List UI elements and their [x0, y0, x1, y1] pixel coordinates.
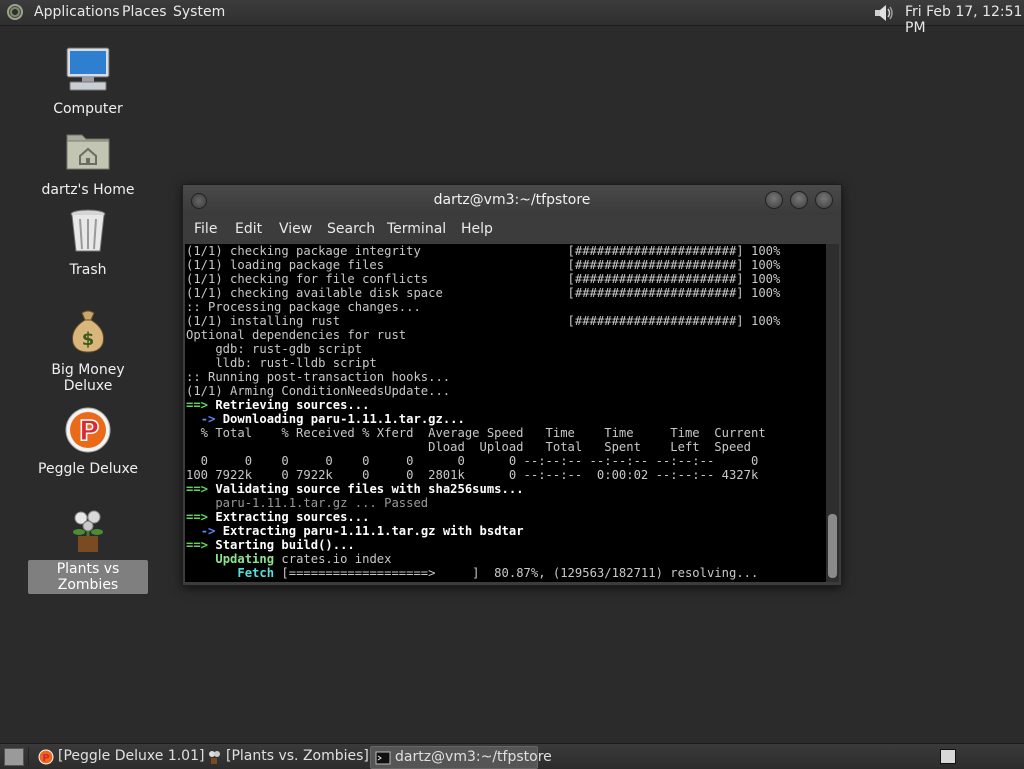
terminal-line: -> Downloading paru-1.11.1.tar.gz...	[200, 412, 465, 426]
computer-icon	[64, 46, 112, 94]
desktop-icon-label: dartz's Home	[41, 182, 135, 198]
terminal-window: dartz@vm3:~/tfpstore File Edit View Sear…	[182, 184, 842, 586]
terminal-line: (1/1) Arming ConditionNeedsUpdate...	[186, 384, 451, 398]
plants-vs-zombies-icon	[209, 751, 220, 764]
desktop-icon-label: Computer	[53, 101, 123, 117]
clock[interactable]: Fri Feb 17, 12:51 PM	[905, 4, 1024, 36]
window-title: dartz@vm3:~/tfpstore	[433, 192, 591, 208]
terminal-line: % Total % Received % Xferd Average Speed…	[186, 426, 766, 440]
top-panel: Applications Places System Fri Feb 17, 1…	[0, 0, 1024, 36]
volume-icon[interactable]	[873, 3, 895, 23]
desktop-icon-plants-vs-zombies[interactable]: Plants vs Zombies	[28, 506, 148, 594]
close-button[interactable]	[815, 191, 833, 209]
trash-icon	[64, 207, 112, 255]
show-desktop-icon[interactable]	[4, 748, 24, 766]
terminal-line: ==> Validating source files with sha256s…	[186, 482, 524, 496]
svg-text:P: P	[42, 753, 49, 764]
money-bag-icon: $	[64, 307, 112, 355]
terminal-line: :: Running post-transaction hooks...	[186, 370, 451, 384]
desktop-icon-label: Big Money Deluxe	[51, 362, 125, 394]
terminal-line: 100 7922k 0 7922k 0 0 2801k 0 --:--:-- 0…	[186, 468, 759, 482]
distro-logo-icon[interactable]	[7, 4, 23, 20]
menu-help[interactable]: Help	[461, 221, 493, 237]
menu-places[interactable]: Places	[122, 4, 167, 20]
home-folder-icon	[64, 127, 112, 175]
terminal-line: 0 0 0 0 0 0 0 0 --:--:-- --:--:-- --:--:…	[186, 454, 759, 468]
plants-vs-zombies-icon	[64, 506, 112, 554]
terminal-output[interactable]: (1/1) checking package integrity [######…	[185, 244, 826, 582]
terminal-line: gdb: rust-gdb script	[186, 342, 363, 356]
window-menu-button[interactable]	[191, 193, 207, 209]
menu-applications[interactable]: Applications	[34, 4, 120, 20]
terminal-line: ==> Retrieving sources...	[186, 398, 370, 412]
terminal-line: paru-1.11.1.tar.gz ... Passed	[186, 496, 429, 510]
menu-terminal[interactable]: Terminal	[387, 221, 446, 237]
terminal-line: Updating crates.io index	[215, 552, 392, 566]
terminal-line: Optional dependencies for rust	[186, 328, 407, 342]
peggle-icon: P	[64, 406, 112, 454]
maximize-button[interactable]	[790, 191, 808, 209]
terminal-line: :: Processing package changes...	[186, 300, 421, 314]
taskbar-item-peggle[interactable]: P [Peggle Deluxe 1.01]	[34, 746, 224, 767]
terminal-line: (1/1) checking package integrity [######…	[186, 244, 781, 258]
desktop-icon-peggle[interactable]: P Peggle Deluxe	[28, 406, 148, 478]
taskbar-item-label: dartz@vm3:~/tfpstore	[395, 749, 552, 765]
menu-edit[interactable]: Edit	[235, 221, 262, 237]
workspace-switcher[interactable]	[940, 749, 956, 764]
desktop-icon-label: Peggle Deluxe	[38, 461, 138, 477]
terminal-line: (1/1) loading package files [###########…	[186, 258, 781, 272]
terminal-icon	[375, 751, 391, 765]
terminal-line: ==> Extracting sources...	[186, 510, 370, 524]
desktop-icon-trash[interactable]: Trash	[28, 207, 148, 279]
menu-system[interactable]: System	[173, 4, 225, 20]
taskbar-item-plants-vs-zombies[interactable]: [Plants vs. Zombies]	[202, 746, 392, 767]
terminal-line: (1/1) installing rust [#################…	[186, 314, 781, 328]
minimize-button[interactable]	[765, 191, 783, 209]
window-titlebar[interactable]: dartz@vm3:~/tfpstore	[183, 185, 841, 215]
terminal-menubar: File Edit View Search Terminal Help	[183, 215, 841, 243]
terminal-scrollbar[interactable]	[826, 244, 839, 582]
terminal-line: Dload Upload Total Spent Left Speed	[186, 440, 751, 454]
scrollbar-thumb[interactable]	[828, 514, 837, 578]
menu-search[interactable]: Search	[327, 221, 375, 237]
desktop-icon-home[interactable]: dartz's Home	[28, 127, 148, 199]
desktop-icon-computer[interactable]: Computer	[28, 46, 148, 118]
terminal-line: (1/1) checking available disk space [###…	[186, 286, 781, 300]
desktop-icon-label: Plants vs Zombies	[28, 560, 148, 594]
terminal-line: ==> Starting build()...	[186, 538, 355, 552]
taskbar-item-label: [Plants vs. Zombies]	[226, 748, 369, 764]
peggle-icon: P	[38, 749, 54, 765]
svg-text:P: P	[79, 414, 100, 447]
terminal-line: -> Extracting paru-1.11.1.tar.gz with bs…	[200, 524, 524, 538]
terminal-line: Fetch [===================> ] 80.87%, (1…	[237, 566, 759, 580]
terminal-line: (1/1) checking for file conflicts [#####…	[186, 272, 781, 286]
svg-text:$: $	[82, 329, 95, 350]
terminal-line: lldb: rust-lldb script	[186, 356, 377, 370]
desktop-icon-big-money[interactable]: $ Big Money Deluxe	[28, 307, 148, 395]
taskbar-item-label: [Peggle Deluxe 1.01]	[58, 748, 205, 764]
desktop-icon-label: Trash	[69, 262, 107, 278]
menu-file[interactable]: File	[194, 221, 217, 237]
menu-view[interactable]: View	[279, 221, 312, 237]
bottom-panel: P [Peggle Deluxe 1.01] [Plants vs. Zombi…	[0, 743, 1024, 769]
taskbar-item-terminal[interactable]: dartz@vm3:~/tfpstore	[370, 746, 552, 769]
panel-separator	[28, 747, 29, 766]
